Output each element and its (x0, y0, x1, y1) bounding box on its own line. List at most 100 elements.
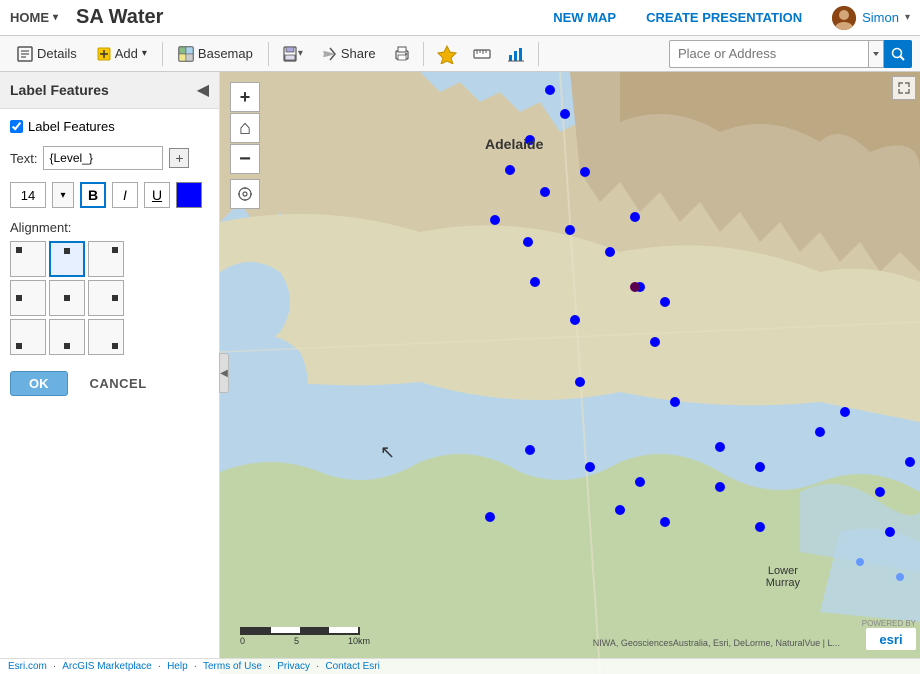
arcgis-marketplace-link[interactable]: ArcGIS Marketplace (62, 661, 151, 672)
map-point (525, 445, 535, 455)
map-point (580, 167, 590, 177)
map-point (650, 337, 660, 347)
map-point (605, 247, 615, 257)
share-label: Share (341, 46, 376, 61)
map-point (715, 482, 725, 492)
panel-title: Label Features (10, 82, 109, 98)
separator-3 (423, 42, 424, 66)
panel-collapse-button[interactable]: ◀ (197, 80, 209, 100)
chart-button[interactable] (500, 40, 532, 68)
map-expand-button[interactable] (892, 76, 916, 100)
map-point (575, 377, 585, 387)
details-icon (17, 46, 33, 62)
contact-link[interactable]: Contact Esri (325, 661, 379, 672)
font-color-swatch[interactable] (176, 182, 202, 208)
map-point (565, 225, 575, 235)
underline-button[interactable]: U (144, 182, 170, 208)
map-point (755, 522, 765, 532)
add-field-button[interactable]: + (169, 148, 189, 168)
terms-link[interactable]: Terms of Use (203, 661, 262, 672)
search-button[interactable] (884, 40, 912, 68)
panel-body: Label Features Text: + ▾ B I U Alignment… (0, 109, 219, 674)
expand-icon (898, 82, 910, 94)
share-button[interactable]: Share (312, 41, 385, 67)
map-point (525, 135, 535, 145)
save-icon (282, 46, 298, 62)
basemap-label: Basemap (198, 46, 253, 61)
map-svg (220, 72, 920, 674)
text-field-row: Text: + (10, 146, 209, 170)
zoom-in-button[interactable]: + (230, 82, 260, 112)
cancel-button[interactable]: CANCEL (76, 371, 161, 396)
align-top-right[interactable] (88, 241, 124, 277)
map-point (545, 85, 555, 95)
bold-button[interactable]: B (80, 182, 106, 208)
measure-button[interactable] (466, 40, 498, 68)
powered-by-label: POWERED BY (862, 619, 916, 628)
map-point (875, 487, 885, 497)
map-point (840, 407, 850, 417)
map-controls: + ⌂ − (230, 82, 260, 209)
new-map-button[interactable]: NEW MAP (553, 10, 616, 25)
map-point (755, 462, 765, 472)
map-point (615, 505, 625, 515)
esri-watermark: POWERED BY esri (862, 619, 916, 650)
esri-link[interactable]: Esri.com (8, 661, 47, 672)
font-size-input[interactable] (10, 182, 46, 208)
privacy-link[interactable]: Privacy (277, 661, 310, 672)
text-field-input[interactable] (43, 146, 163, 170)
add-button[interactable]: Add ▾ (88, 41, 156, 66)
map-container[interactable]: Adelaide Lower Murray + ⌂ − (220, 72, 920, 674)
align-middle-left[interactable] (10, 280, 46, 316)
align-top-center[interactable] (49, 241, 85, 277)
locate-button[interactable] (230, 179, 260, 209)
scale-labels: 0 5 10km (240, 636, 370, 646)
text-field-label: Text: (10, 151, 37, 166)
details-label: Details (37, 46, 77, 61)
home-button[interactable]: HOME ▾ (10, 10, 58, 25)
search-dropdown[interactable] (869, 40, 884, 68)
footer-separator-4: · (268, 661, 271, 672)
search-input[interactable] (669, 40, 869, 68)
map-point (570, 315, 580, 325)
search-dropdown-icon (871, 49, 881, 59)
align-bottom-center[interactable] (49, 319, 85, 355)
add-icon (97, 47, 111, 61)
italic-button[interactable]: I (112, 182, 138, 208)
map-point (885, 527, 895, 537)
collapse-handle[interactable]: ◀ (219, 353, 229, 393)
align-middle-center[interactable] (49, 280, 85, 316)
label-features-checkbox-label[interactable]: Label Features (10, 119, 115, 134)
map-point-light (856, 558, 864, 566)
label-features-text: Label Features (28, 119, 115, 134)
details-button[interactable]: Details (8, 41, 86, 67)
create-presentation-button[interactable]: CREATE PRESENTATION (646, 10, 802, 25)
user-menu[interactable]: Simon ▾ (832, 6, 910, 30)
zoom-out-button[interactable]: − (230, 144, 260, 174)
align-bottom-right[interactable] (88, 319, 124, 355)
font-style-row: ▾ B I U (10, 182, 209, 208)
align-middle-right[interactable] (88, 280, 124, 316)
ok-button[interactable]: OK (10, 371, 68, 396)
align-bottom-left[interactable] (10, 319, 46, 355)
align-top-left[interactable] (10, 241, 46, 277)
map-point (490, 215, 500, 225)
map-point (630, 212, 640, 222)
label-features-checkbox[interactable] (10, 120, 23, 133)
locate-icon (237, 186, 253, 202)
help-link[interactable]: Help (167, 661, 188, 672)
bookmark-button[interactable] (430, 39, 464, 69)
map-point-dark (630, 282, 640, 292)
save-button[interactable]: ▾ (275, 41, 310, 67)
print-button[interactable] (387, 41, 417, 67)
home-map-button[interactable]: ⌂ (230, 113, 260, 143)
basemap-button[interactable]: Basemap (169, 41, 262, 67)
user-avatar (832, 6, 856, 30)
font-size-dropdown[interactable]: ▾ (52, 182, 74, 208)
chart-icon (507, 45, 525, 63)
scale-bar: 0 5 10km (240, 627, 370, 646)
separator-1 (162, 42, 163, 66)
map-point (505, 165, 515, 175)
home-label: HOME (10, 10, 49, 25)
user-name: Simon (862, 10, 899, 25)
